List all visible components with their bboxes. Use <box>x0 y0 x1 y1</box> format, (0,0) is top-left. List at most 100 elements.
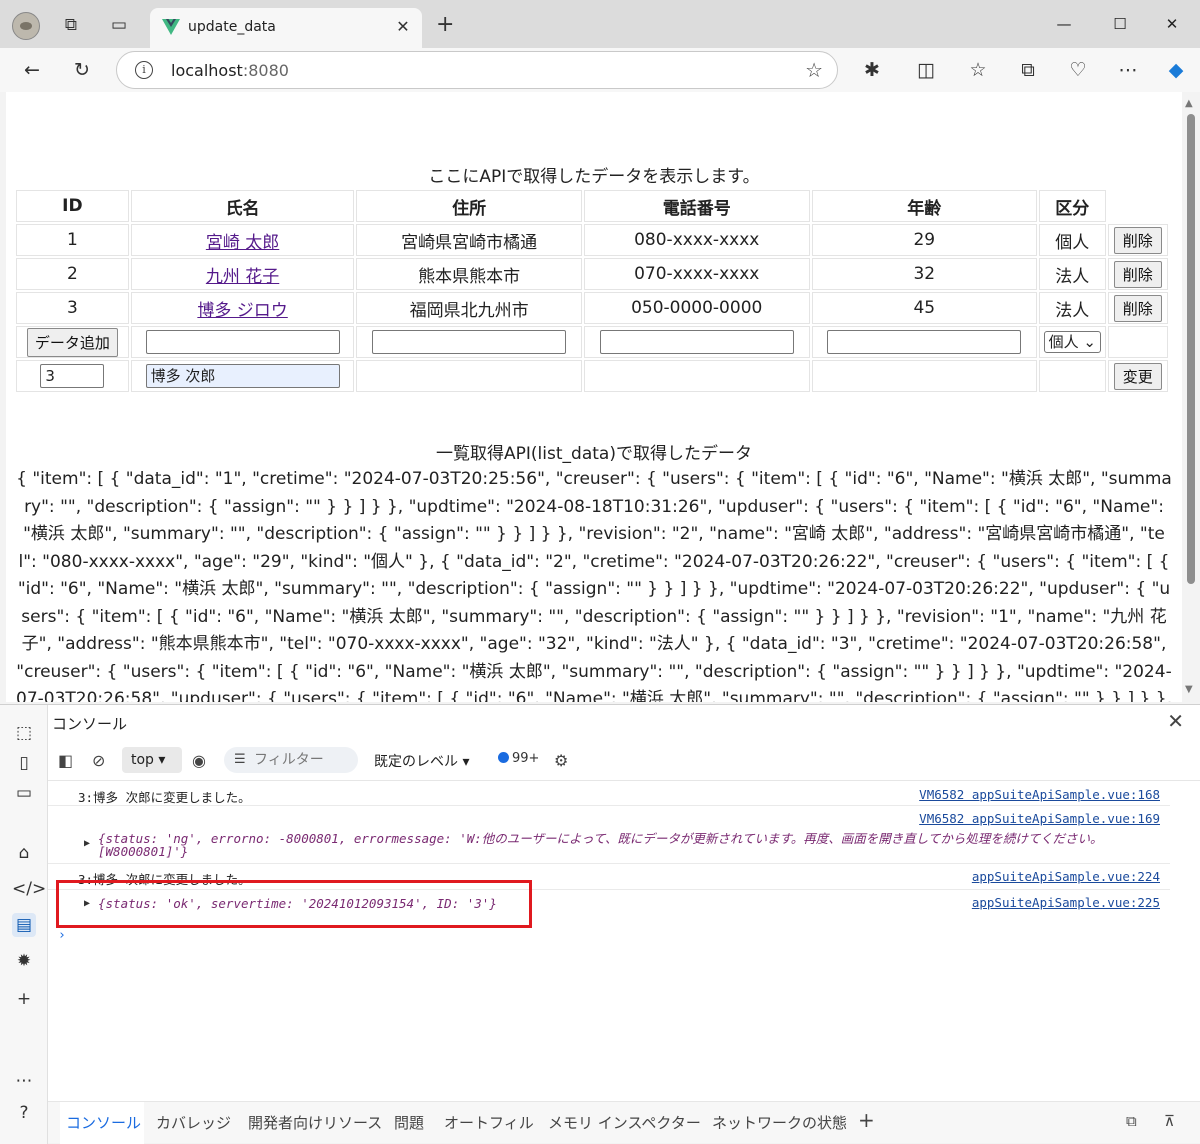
page-viewport: ここにAPIで取得したデータを表示します。 ID 氏名 住所 電話番号 年齢 区… <box>6 92 1182 702</box>
log-level-value: 既定のレベル <box>374 754 458 770</box>
home-icon[interactable]: ⌂ <box>12 841 36 865</box>
tab-title: update_data <box>188 19 276 35</box>
cell-action: 削除 <box>1107 224 1168 256</box>
header-id: ID <box>16 190 129 222</box>
close-devtools-icon[interactable]: ✕ <box>1167 709 1184 733</box>
console-prompt[interactable]: › <box>58 928 66 943</box>
tab-actions-icon[interactable]: ▭ <box>108 14 130 36</box>
copilot-icon[interactable]: ◆ <box>1164 58 1188 82</box>
expand-triangle-icon[interactable]: ▶ <box>84 838 90 849</box>
scroll-down-icon[interactable]: ▼ <box>1185 684 1193 695</box>
cell-new-age <box>811 326 1038 358</box>
split-screen-icon[interactable]: ◫ <box>914 58 938 82</box>
collapse-drawer-icon[interactable]: ⊼ <box>1164 1112 1175 1130</box>
name-link[interactable]: 博多 ジロウ <box>197 301 287 321</box>
context-selector[interactable]: top ▾ <box>122 747 182 773</box>
tab-coverage[interactable]: カバレッジ <box>156 1112 231 1133</box>
tab-console[interactable]: コンソール <box>66 1112 141 1133</box>
cell-action: 削除 <box>1107 292 1168 324</box>
log-level-selector[interactable]: 既定のレベル ▾ <box>374 751 469 771</box>
name-link[interactable]: 宮崎 太郎 <box>206 233 279 253</box>
console-icon[interactable]: ▤ <box>12 913 36 937</box>
address-bar[interactable]: i localhost:8080 ☆ <box>116 51 838 89</box>
add-tab-icon[interactable]: + <box>858 1108 875 1132</box>
cell-name: 九州 花子 <box>130 258 355 290</box>
context-value: top <box>131 752 154 768</box>
message-icon <box>498 752 509 763</box>
close-window-icon[interactable]: ✕ <box>1160 12 1184 36</box>
cell-address: 熊本県熊本市 <box>356 258 582 290</box>
workspaces-icon[interactable]: ⧉ <box>60 14 82 36</box>
reload-icon[interactable]: ↻ <box>70 58 94 82</box>
message-count-badge[interactable]: 99+ <box>498 751 539 766</box>
cell-edit-name: 博多 次郎 <box>130 360 355 392</box>
new-name-input[interactable] <box>145 330 340 354</box>
sources-bug-icon[interactable]: ✹ <box>12 949 36 973</box>
filter-icon: ☰ <box>234 752 246 767</box>
tab-memory-inspector[interactable]: メモリ インスペクター <box>548 1112 701 1133</box>
data-table: ID 氏名 住所 電話番号 年齢 区分 1 宮崎 太郎 宮崎県宮崎市橘通 080… <box>14 188 1170 394</box>
kind-select[interactable]: 個人 ⌄ <box>1043 331 1101 353</box>
maximize-icon[interactable]: ☐ <box>1108 12 1132 36</box>
minimize-icon[interactable]: — <box>1052 12 1076 36</box>
json-output: { "item": [ { "data_id": "1", "cretime":… <box>16 469 1172 702</box>
device-emulation-icon[interactable]: ▯ <box>12 751 36 775</box>
add-tool-icon[interactable]: + <box>12 987 36 1011</box>
change-button[interactable]: 変更 <box>1113 362 1162 390</box>
browser-essentials-icon[interactable]: ♡ <box>1066 58 1090 82</box>
log-source-link[interactable]: VM6582 appSuiteApiSample.vue:169 <box>919 811 1160 826</box>
list-caption: 一覧取得API(list_data)で取得したデータ <box>436 444 752 464</box>
new-tab-icon[interactable]: + <box>436 14 454 36</box>
inspect-icon[interactable]: ⬚ <box>12 721 36 745</box>
extensions-icon[interactable]: ✱ <box>860 58 884 82</box>
dock-drawer-icon[interactable]: ⧉ <box>1126 1112 1137 1130</box>
cell-empty <box>1039 360 1106 392</box>
delete-button[interactable]: 削除 <box>1113 260 1162 288</box>
tab-developer-resources[interactable]: 開発者向けリソース <box>248 1112 382 1133</box>
collections-icon[interactable]: ⧉ <box>1016 58 1040 82</box>
help-icon[interactable]: ? <box>12 1101 36 1125</box>
settings-gear-icon[interactable]: ⚙ <box>554 751 568 770</box>
favorites-icon[interactable]: ☆ <box>966 58 990 82</box>
elements-icon[interactable]: </> <box>12 877 46 901</box>
profile-avatar[interactable] <box>12 12 40 40</box>
edit-name-input[interactable]: 博多 次郎 <box>145 364 340 388</box>
back-icon[interactable]: ← <box>20 58 44 82</box>
edit-id-input[interactable]: 3 <box>40 364 105 388</box>
log-source-link[interactable]: appSuiteApiSample.vue:224 <box>972 869 1160 884</box>
name-link[interactable]: 九州 花子 <box>206 267 279 287</box>
table-row: 1 宮崎 太郎 宮崎県宮崎市橘通 080-xxxx-xxxx 29 個人 削除 <box>16 224 1168 256</box>
close-tab-icon[interactable]: ✕ <box>392 16 414 38</box>
more-tools-icon[interactable]: ⋯ <box>12 1069 36 1093</box>
cell-kind: 個人 <box>1039 224 1106 256</box>
new-address-input[interactable] <box>372 330 567 354</box>
live-expression-eye-icon[interactable]: ◉ <box>192 751 206 770</box>
log-message: 3:博多 次郎に変更しました。 <box>78 790 251 805</box>
tab-autofill[interactable]: オートフィル <box>444 1112 534 1133</box>
header-action <box>1108 190 1168 222</box>
log-source-link[interactable]: appSuiteApiSample.vue:225 <box>972 895 1160 910</box>
favorite-star-icon[interactable]: ☆ <box>805 58 823 82</box>
delete-button[interactable]: 削除 <box>1113 294 1162 322</box>
vue-logo-icon <box>162 19 180 35</box>
browser-tab[interactable]: update_data ✕ <box>150 8 422 48</box>
more-menu-icon[interactable]: ⋯ <box>1116 58 1140 82</box>
scroll-up-icon[interactable]: ▲ <box>1185 98 1193 109</box>
cell-address: 福岡県北九州市 <box>356 292 582 324</box>
log-source-link[interactable]: VM6582 appSuiteApiSample.vue:168 <box>919 787 1160 802</box>
page-scrollbar[interactable]: ▲ ▼ <box>1182 92 1200 702</box>
scrollbar-thumb[interactable] <box>1187 114 1195 584</box>
tab-issues[interactable]: 問題 <box>394 1112 424 1133</box>
add-data-button[interactable]: データ追加 <box>26 327 118 357</box>
console-log-entry: 3:博多 次郎に変更しました。 VM6582 appSuiteApiSample… <box>48 784 1170 806</box>
log-object[interactable]: {status: 'ng', errorno: -8000801, errorm… <box>98 828 1158 847</box>
sidebar-toggle-icon[interactable]: ◧ <box>58 751 73 770</box>
tab-network-conditions[interactable]: ネットワークの状態 <box>712 1112 847 1133</box>
delete-button[interactable]: 削除 <box>1113 226 1162 254</box>
new-tel-input[interactable] <box>599 330 794 354</box>
clear-console-icon[interactable]: ⊘ <box>92 751 105 770</box>
cell-edit-id: 3 <box>16 360 129 392</box>
site-info-icon[interactable]: i <box>135 61 153 79</box>
new-age-input[interactable] <box>827 330 1022 354</box>
dock-icon[interactable]: ▭ <box>12 781 36 805</box>
